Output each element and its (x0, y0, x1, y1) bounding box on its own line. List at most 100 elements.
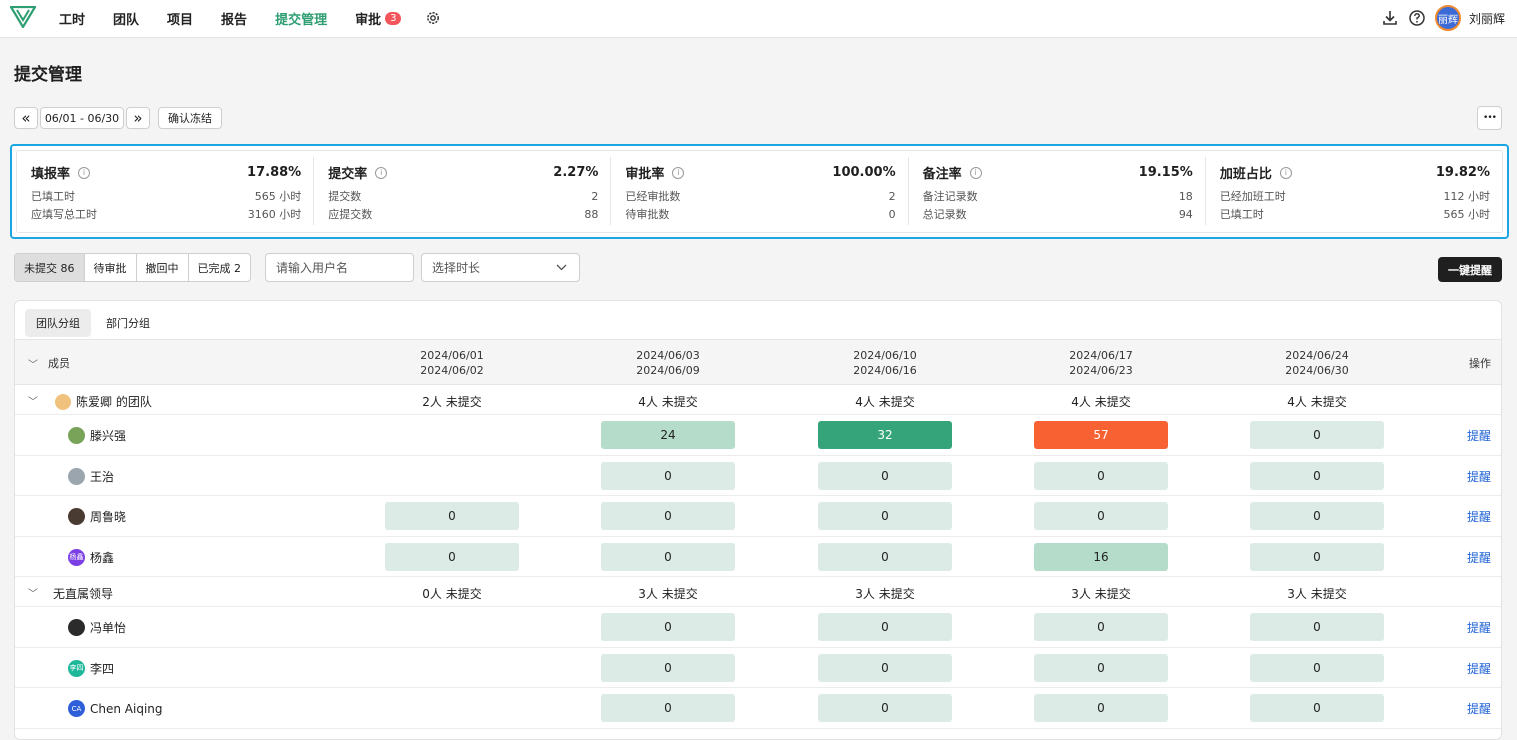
hours-cell[interactable]: 0 (1250, 613, 1384, 641)
hours-cell[interactable]: 0 (601, 653, 735, 682)
stat-detail-label: 提交数 (328, 190, 362, 203)
stat-detail-value: 2 (591, 190, 599, 203)
stat-title: 加班占比 i (1220, 163, 1292, 182)
help-icon[interactable] (1408, 9, 1426, 27)
hours-cell[interactable]: 0 (818, 542, 952, 571)
avatar (68, 619, 85, 636)
filter-tab-unsubmitted[interactable]: 未提交 86 (15, 254, 85, 281)
nav-item-team[interactable]: 团队 (113, 9, 139, 28)
stat-value: 100.00% (832, 165, 896, 180)
nav-item-report[interactable]: 报告 (221, 9, 247, 28)
hours-cell[interactable]: 0 (818, 461, 952, 490)
week-end-date: 2024/06/16 (853, 364, 917, 377)
hours-cell[interactable]: 0 (818, 694, 952, 722)
hours-cell[interactable]: 0 (601, 461, 735, 490)
date-range-display[interactable]: 06/01 - 06/30 (40, 107, 124, 129)
info-icon[interactable]: i (78, 166, 91, 179)
hours-cell[interactable]: 57 (1034, 421, 1168, 449)
week-end-date: 2024/06/30 (1285, 364, 1349, 377)
member-row: 周鲁晓 0 0 0 0 0 提醒 (15, 496, 1501, 537)
filter-tab-completed[interactable]: 已完成 2 (189, 254, 251, 281)
stat-title: 审批率 i (625, 163, 685, 182)
collapse-all-icon[interactable]: ﹀ (28, 356, 38, 371)
group-tabs: 团队分组 部门分组 (25, 309, 165, 337)
nav-item-timesheet[interactable]: 工时 (59, 9, 85, 28)
hours-cell[interactable]: 0 (1034, 502, 1168, 530)
hours-cell[interactable]: 0 (385, 542, 519, 571)
remind-link[interactable]: 提醒 (1467, 619, 1491, 636)
group-unsubmitted-count: 4人 未提交 (855, 395, 915, 409)
nav-item-approval[interactable]: 审批 3 (355, 9, 402, 28)
confirm-freeze-button[interactable]: 确认冻结 (158, 107, 222, 129)
member-name-cell: 周鲁晓 (68, 508, 126, 525)
logo-icon[interactable] (10, 6, 36, 28)
remind-link[interactable]: 提醒 (1467, 700, 1491, 717)
info-icon[interactable]: i (969, 166, 982, 179)
remind-link[interactable]: 提醒 (1467, 660, 1491, 677)
filter-tab-pending[interactable]: 待审批 (85, 254, 137, 281)
week-start-date: 2024/06/24 (1285, 349, 1349, 362)
username-search-input[interactable]: 请输入用户名 (265, 253, 414, 282)
prev-period-button[interactable]: « (14, 107, 38, 129)
download-icon[interactable] (1381, 9, 1399, 27)
stat-detail-row: 应提交数 88 (328, 206, 598, 224)
stat-title-label: 备注率 (922, 167, 962, 182)
stat-header: 审批率 i 100.00% (625, 163, 895, 182)
hours-cell[interactable]: 0 (601, 694, 735, 722)
hours-cell[interactable]: 0 (1250, 694, 1384, 722)
nav-item-project[interactable]: 项目 (167, 9, 193, 28)
tab-department-group[interactable]: 部门分组 (95, 309, 161, 337)
week-column-header: 2024/06/01 2024/06/02 (402, 348, 502, 378)
hours-cell[interactable]: 32 (818, 421, 952, 449)
stat-card: 提交率 i 2.27% 提交数 2 应提交数 88 (314, 157, 612, 225)
info-icon[interactable]: i (1279, 166, 1292, 179)
hours-cell[interactable]: 0 (1250, 502, 1384, 530)
info-icon[interactable]: i (672, 166, 685, 179)
remind-all-button[interactable]: 一键提醒 (1438, 257, 1502, 282)
hours-cell[interactable]: 0 (385, 502, 519, 530)
hours-cell[interactable]: 0 (1250, 461, 1384, 490)
stat-detail-label: 备注记录数 (922, 190, 978, 203)
stat-title: 提交率 i (328, 163, 388, 182)
stat-detail-label: 已填工时 (31, 190, 75, 203)
user-name[interactable]: 刘丽辉 (1469, 10, 1505, 27)
hours-cell[interactable]: 0 (601, 613, 735, 641)
remind-link[interactable]: 提醒 (1467, 427, 1491, 444)
hours-cell[interactable]: 0 (818, 502, 952, 530)
stat-card: 备注率 i 19.15% 备注记录数 18 总记录数 94 (909, 157, 1206, 225)
hours-cell[interactable]: 0 (818, 653, 952, 682)
nav-item-submission[interactable]: 提交管理 (275, 9, 327, 28)
hours-cell[interactable]: 0 (1034, 694, 1168, 722)
hours-cell[interactable]: 0 (601, 542, 735, 571)
more-options-button[interactable]: ••• (1477, 106, 1502, 130)
hours-cell[interactable]: 16 (1034, 542, 1168, 571)
hours-cell[interactable]: 0 (1034, 613, 1168, 641)
duration-select[interactable]: 选择时长 (421, 253, 580, 282)
week-column-header: 2024/06/10 2024/06/16 (835, 348, 935, 378)
gear-icon[interactable] (425, 10, 441, 26)
hours-cell[interactable]: 0 (1034, 653, 1168, 682)
stat-detail-row: 已经审批数 2 (625, 188, 895, 206)
tab-team-group[interactable]: 团队分组 (25, 309, 91, 337)
page-title: 提交管理 (14, 65, 82, 85)
hours-cell[interactable]: 0 (601, 502, 735, 530)
hours-cell[interactable]: 0 (1250, 421, 1384, 449)
remind-link[interactable]: 提醒 (1467, 468, 1491, 485)
chevron-down-icon[interactable]: ﹀ (28, 585, 38, 600)
hours-cell[interactable]: 24 (601, 421, 735, 449)
avatar[interactable]: 丽辉 (1434, 5, 1461, 31)
remind-link[interactable]: 提醒 (1467, 549, 1491, 566)
week-column-header: 2024/06/24 2024/06/30 (1267, 348, 1367, 378)
hours-cell[interactable]: 0 (1034, 461, 1168, 490)
chevron-down-icon[interactable]: ﹀ (28, 393, 38, 408)
next-period-button[interactable]: » (126, 107, 150, 129)
hours-cell[interactable]: 0 (1250, 542, 1384, 571)
hours-cell[interactable]: 0 (818, 613, 952, 641)
remind-link[interactable]: 提醒 (1467, 508, 1491, 525)
hours-cell[interactable]: 0 (1250, 653, 1384, 682)
week-start-date: 2024/06/01 (420, 349, 484, 362)
nav-label: 提交管理 (275, 12, 328, 28)
info-icon[interactable]: i (375, 166, 388, 179)
member-row: 杨鑫 杨鑫 0 0 0 16 0 提醒 (15, 537, 1501, 577)
filter-tab-withdrawing[interactable]: 撤回中 (137, 254, 189, 281)
